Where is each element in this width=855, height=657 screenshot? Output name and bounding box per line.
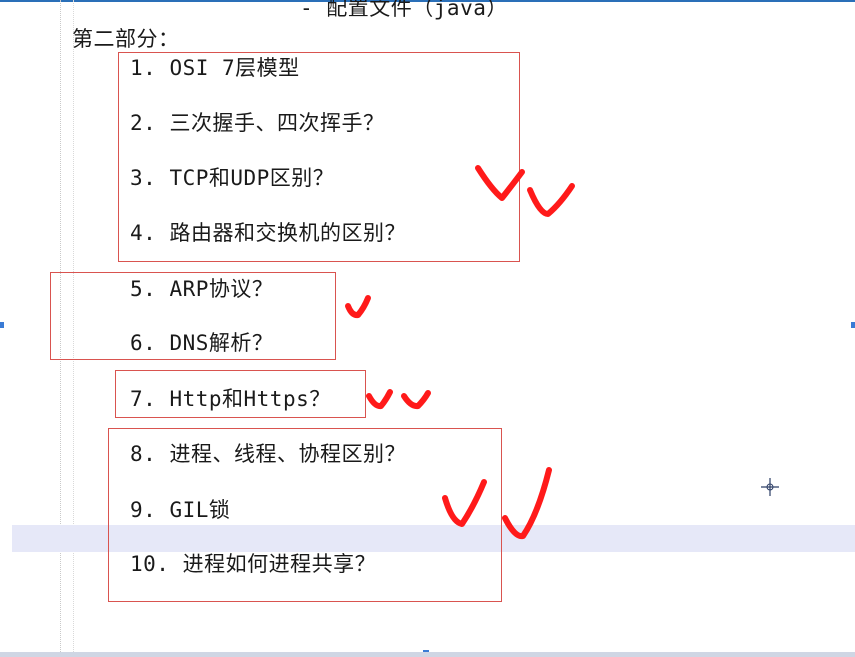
handwritten-marks [345,165,575,540]
check-mark-icon [475,165,525,201]
document-canvas: - 配置文件（java） 第二部分： 1. OSI 7层模型 2. 三次握手、四… [0,0,855,657]
check-mark-icon [527,183,575,217]
crosshair-icon [761,478,779,496]
check-mark-icon [502,467,552,540]
check-mark-icon [401,390,431,410]
check-mark-icon [345,295,371,319]
check-mark-icon [442,479,487,527]
check-mark-icon [366,389,393,410]
